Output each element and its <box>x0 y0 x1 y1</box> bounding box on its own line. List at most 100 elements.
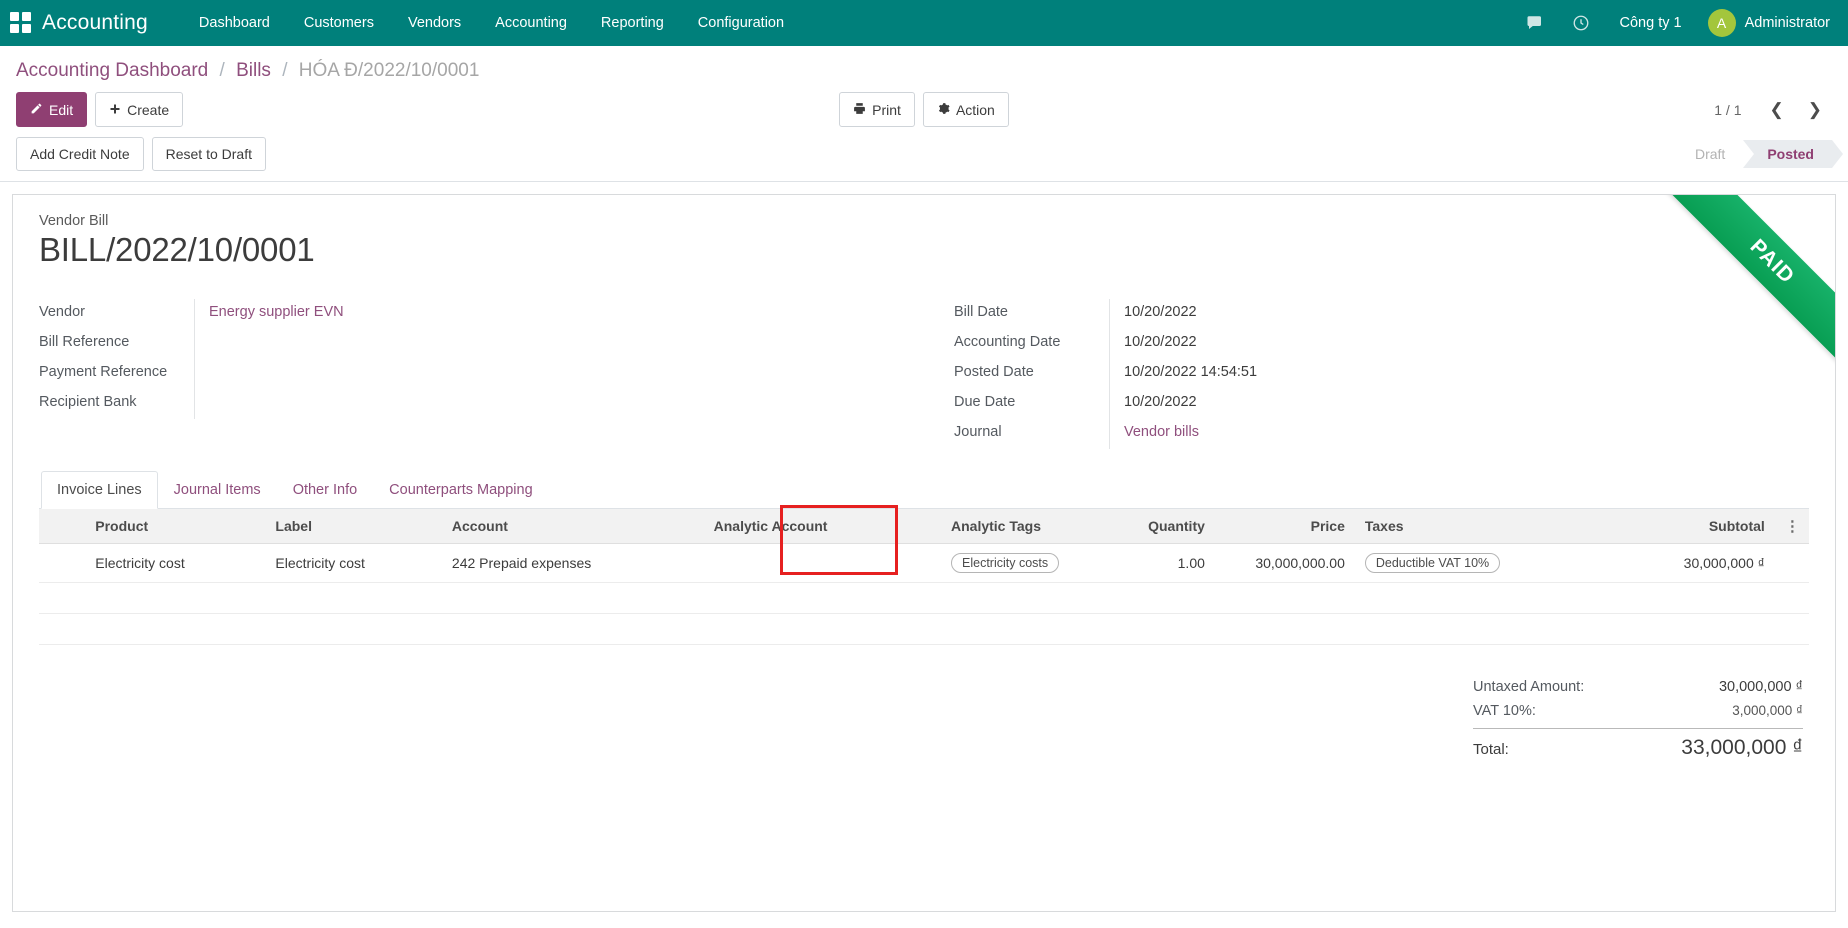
create-button[interactable]: Create <box>95 92 183 127</box>
reset-to-draft-button[interactable]: Reset to Draft <box>152 137 266 171</box>
edit-button-label: Edit <box>49 103 73 117</box>
print-button-label: Print <box>872 103 901 117</box>
empty-cell <box>39 583 1809 614</box>
field-vendor-label: Vendor <box>39 299 194 325</box>
column-label[interactable]: Label <box>265 509 442 544</box>
field-bill-reference-label: Bill Reference <box>39 329 194 355</box>
field-posted-date: Posted Date 10/20/2022 14:54:51 <box>954 359 1769 389</box>
cell-optional <box>1775 544 1809 583</box>
cell-analytic-account[interactable] <box>704 544 941 583</box>
record-sheet: PAID Vendor Bill BILL/2022/10/0001 Vendo… <box>12 194 1836 912</box>
clock-icon[interactable] <box>1558 6 1604 40</box>
menu-item-accounting[interactable]: Accounting <box>478 2 584 44</box>
menu-item-dashboard[interactable]: Dashboard <box>182 2 287 44</box>
breadcrumb-item-bills[interactable]: Bills <box>236 60 271 81</box>
cell-price[interactable]: 30,000,000.00 <box>1215 544 1355 583</box>
field-payment-reference-label: Payment Reference <box>39 359 194 385</box>
chevron-left-icon[interactable]: ❮ <box>1760 98 1794 121</box>
edit-button[interactable]: Edit <box>16 92 87 127</box>
total-label: Total: <box>1473 741 1509 758</box>
field-journal: Journal Vendor bills <box>954 419 1769 449</box>
company-switcher[interactable]: Công ty 1 <box>1604 7 1698 39</box>
field-group-right: Bill Date 10/20/2022 Accounting Date 10/… <box>924 299 1809 449</box>
tab-counterparts-mapping[interactable]: Counterparts Mapping <box>373 471 548 509</box>
pager-count: 1 / 1 <box>1714 102 1741 118</box>
field-vendor: Vendor Energy supplier EVN <box>39 299 884 329</box>
field-journal-value[interactable]: Vendor bills <box>1109 419 1769 449</box>
avatar: A <box>1708 9 1736 37</box>
menu-item-vendors[interactable]: Vendors <box>391 2 478 44</box>
cell-subtotal: 30,000,000 ₫ <box>1586 544 1775 583</box>
field-bill-reference-value[interactable] <box>194 329 884 359</box>
user-name-label: Administrator <box>1745 15 1830 31</box>
untaxed-amount-value: 30,000,000 ₫ <box>1719 679 1803 695</box>
notebook-tabs: Invoice Lines Journal Items Other Info C… <box>39 471 1809 509</box>
column-account[interactable]: Account <box>442 509 704 544</box>
column-quantity[interactable]: Quantity <box>1081 509 1215 544</box>
chevron-right-icon[interactable]: ❯ <box>1798 98 1832 121</box>
optional-columns-toggle[interactable]: ⋮ <box>1775 509 1809 544</box>
cell-analytic-tags[interactable]: Electricity costs <box>941 544 1081 583</box>
column-subtotal[interactable]: Subtotal <box>1586 509 1775 544</box>
field-accounting-date-value[interactable]: 10/20/2022 <box>1109 329 1769 359</box>
field-vendor-value[interactable]: Energy supplier EVN <box>194 299 884 329</box>
main-menu: Dashboard Customers Vendors Accounting R… <box>182 2 801 44</box>
field-payment-reference-value[interactable] <box>194 359 884 389</box>
field-posted-date-value[interactable]: 10/20/2022 14:54:51 <box>1109 359 1769 389</box>
table-row[interactable]: Electricity cost Electricity cost 242 Pr… <box>39 544 1809 583</box>
cell-label[interactable]: Electricity cost <box>265 544 442 583</box>
field-bill-reference: Bill Reference <box>39 329 884 359</box>
total-tax-row: VAT 10%: 3,000,000 ₫ <box>1473 699 1803 723</box>
control-panel: Accounting Dashboard / Bills / HÓA Đ/202… <box>0 46 1848 182</box>
create-button-label: Create <box>127 103 169 117</box>
field-posted-date-label: Posted Date <box>954 359 1109 385</box>
vat-value: 3,000,000 ₫ <box>1732 703 1803 718</box>
navbar-systray: Công ty 1 A Administrator <box>1512 5 1835 41</box>
form-content-area: PAID Vendor Bill BILL/2022/10/0001 Vendo… <box>0 182 1848 912</box>
field-bill-date-value[interactable]: 10/20/2022 <box>1109 299 1769 329</box>
column-analytic-account[interactable]: Analytic Account <box>704 509 941 544</box>
row-drag-handle[interactable] <box>39 544 85 583</box>
tab-other-info[interactable]: Other Info <box>277 471 373 509</box>
cell-quantity[interactable]: 1.00 <box>1081 544 1215 583</box>
field-recipient-bank-label: Recipient Bank <box>39 389 194 415</box>
column-analytic-tags[interactable]: Analytic Tags <box>941 509 1081 544</box>
column-handle <box>39 509 85 544</box>
action-button[interactable]: Action <box>923 92 1009 127</box>
field-due-date-label: Due Date <box>954 389 1109 415</box>
tab-journal-items[interactable]: Journal Items <box>158 471 277 509</box>
apps-grid-icon[interactable] <box>10 12 32 34</box>
status-posted[interactable]: Posted <box>1743 140 1832 168</box>
cell-product[interactable]: Electricity cost <box>85 544 265 583</box>
field-accounting-date-label: Accounting Date <box>954 329 1109 355</box>
menu-item-reporting[interactable]: Reporting <box>584 2 681 44</box>
cell-account[interactable]: 242 Prepaid expenses <box>442 544 704 583</box>
status-badge-analytic-tag: Electricity costs <box>951 553 1059 573</box>
table-header-row: Product Label Account Analytic Account A… <box>39 509 1809 544</box>
tab-invoice-lines[interactable]: Invoice Lines <box>41 471 158 509</box>
menu-item-configuration[interactable]: Configuration <box>681 2 801 44</box>
field-due-date-value[interactable]: 10/20/2022 <box>1109 389 1769 419</box>
column-product[interactable]: Product <box>85 509 265 544</box>
field-payment-reference: Payment Reference <box>39 359 884 389</box>
cell-taxes[interactable]: Deductible VAT 10% <box>1355 544 1586 583</box>
breadcrumb-separator: / <box>220 60 225 81</box>
total-row: Total: 33,000,000 ₫ <box>1473 728 1803 764</box>
add-credit-note-button[interactable]: Add Credit Note <box>16 137 144 171</box>
total-value: 33,000,000 ₫ <box>1681 736 1803 760</box>
vat-label: VAT 10%: <box>1473 703 1536 719</box>
menu-item-customers[interactable]: Customers <box>287 2 391 44</box>
app-brand-accounting[interactable]: Accounting <box>42 11 148 35</box>
status-draft[interactable]: Draft <box>1671 140 1743 168</box>
breadcrumb-item-accounting-dashboard[interactable]: Accounting Dashboard <box>16 60 208 81</box>
field-recipient-bank-value[interactable] <box>194 389 884 419</box>
top-navbar: Accounting Dashboard Customers Vendors A… <box>0 0 1848 46</box>
column-price[interactable]: Price <box>1215 509 1355 544</box>
user-menu[interactable]: A Administrator <box>1698 5 1834 41</box>
pencil-icon <box>30 102 43 117</box>
breadcrumb: Accounting Dashboard / Bills / HÓA Đ/202… <box>16 58 479 84</box>
table-row-empty <box>39 614 1809 645</box>
chat-bubble-icon[interactable] <box>1512 6 1558 40</box>
print-button[interactable]: Print <box>839 92 915 127</box>
column-taxes[interactable]: Taxes <box>1355 509 1586 544</box>
